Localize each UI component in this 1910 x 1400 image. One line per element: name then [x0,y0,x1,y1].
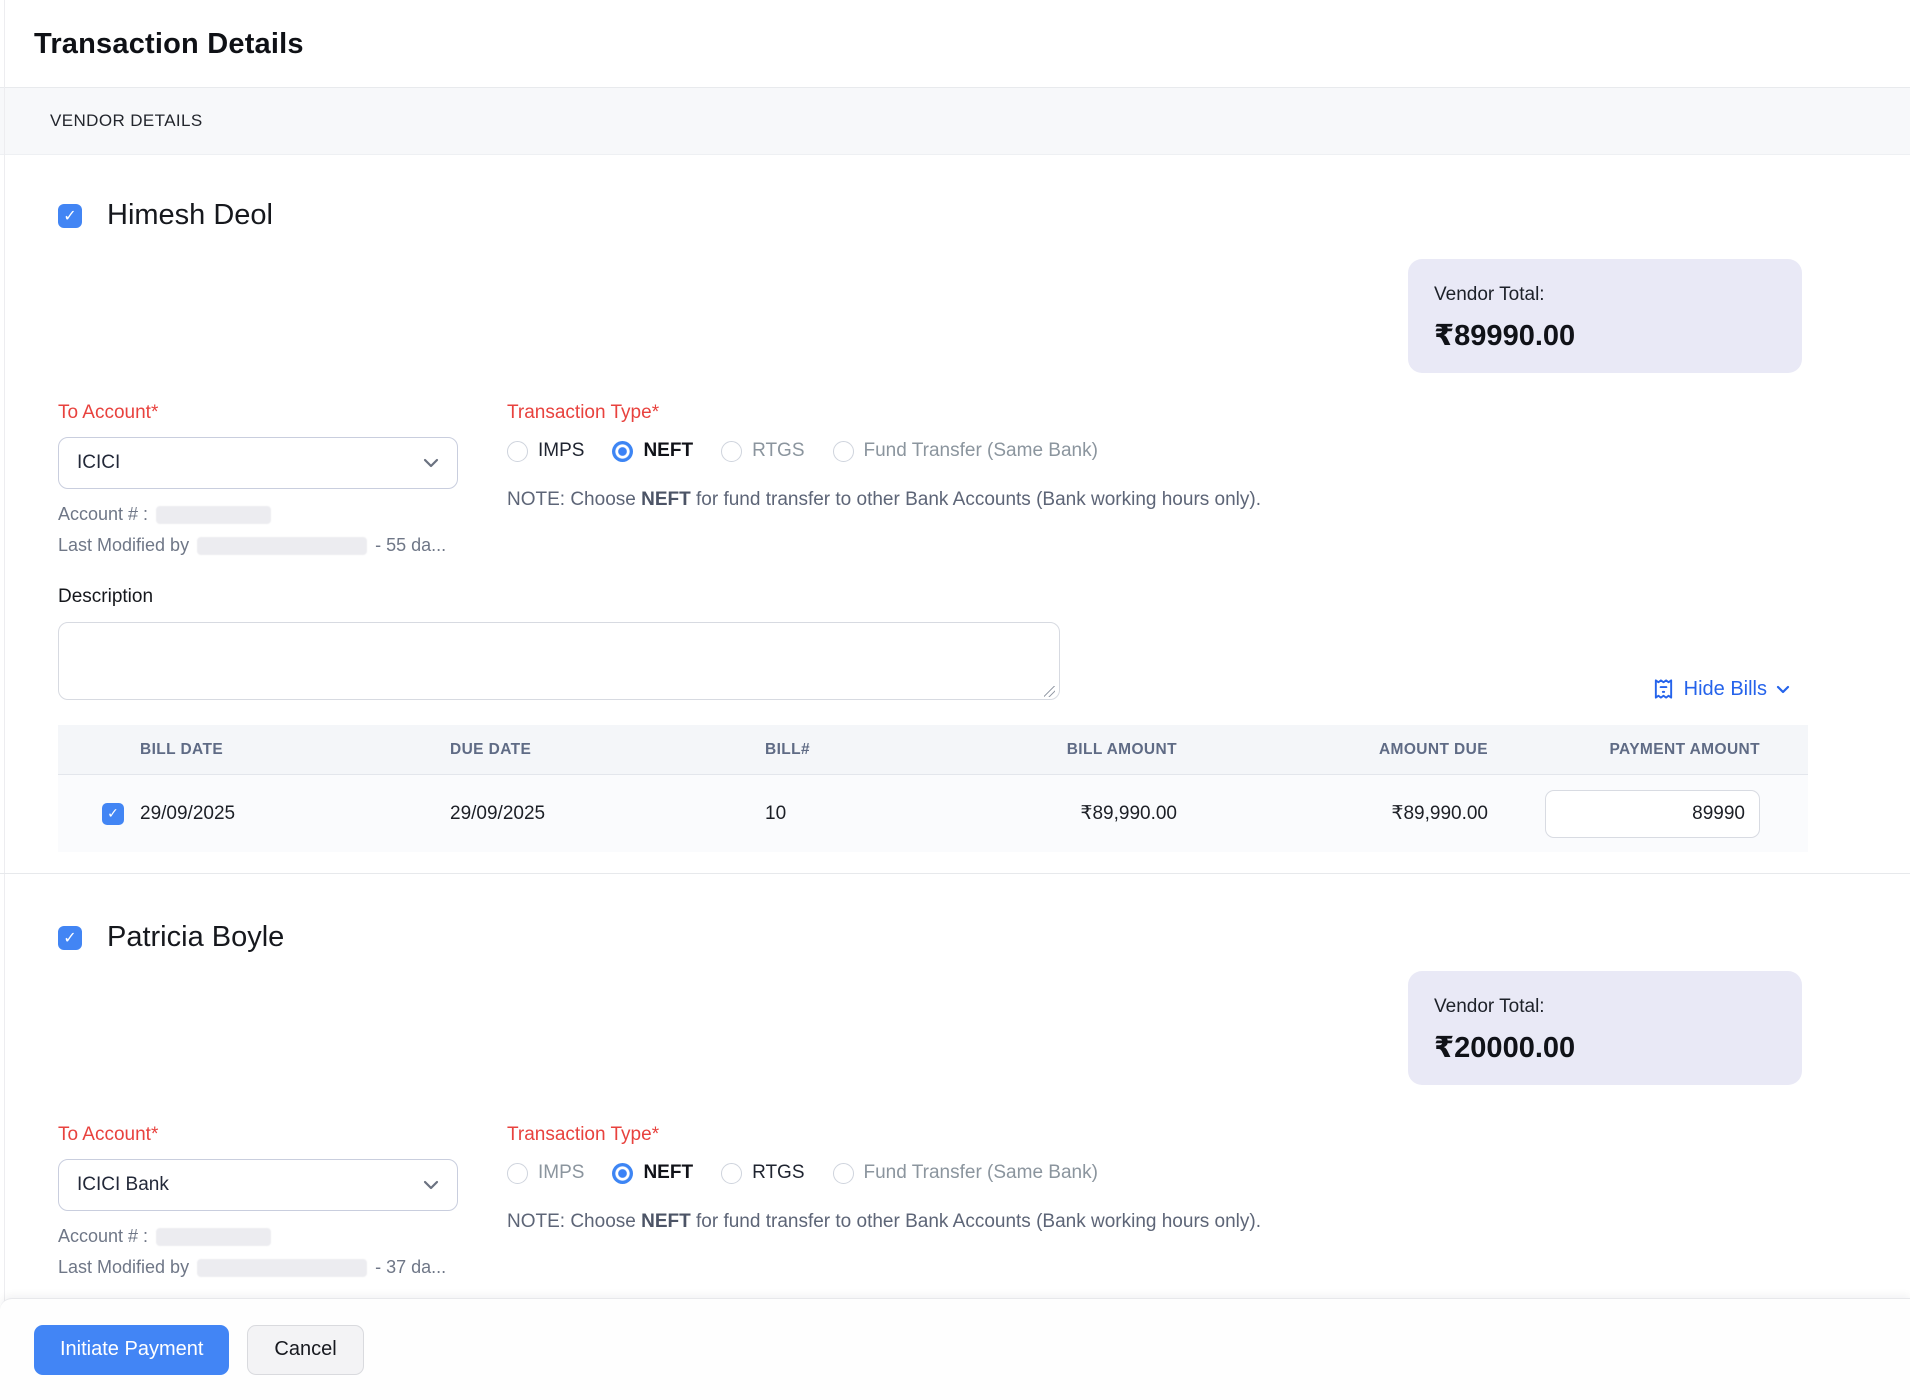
radio-circle-icon [507,1163,528,1184]
to-account-select[interactable]: ICICI [58,437,458,489]
vendor-total-box: Vendor Total: ₹20000.00 [1408,971,1802,1085]
vendor-total-label: Vendor Total: [1434,996,1802,1018]
transaction-type-label: Transaction Type* [507,1124,1261,1146]
radio-imps[interactable]: IMPS [507,440,584,462]
vendor-details-section-bar: VENDOR DETAILS [0,88,1910,155]
radio-fund-transfer[interactable]: Fund Transfer (Same Bank) [833,1162,1098,1184]
description-label: Description [58,586,1910,608]
last-modified-ago: - 55 da... [375,535,446,556]
radio-neft[interactable]: NEFT [612,440,693,462]
vendor-total-box: Vendor Total: ₹89990.00 [1408,259,1802,373]
resize-handle-icon[interactable] [1044,686,1055,697]
cancel-button[interactable]: Cancel [247,1325,363,1375]
col-amount-due: AMOUNT DUE [1177,741,1488,759]
section-bar-label: VENDOR DETAILS [50,111,203,131]
vendor-block-himesh-deol: ✓ Himesh Deol Vendor Total: ₹89990.00 To… [0,155,1910,874]
chevron-down-icon [423,1180,439,1190]
bill-icon [1652,677,1675,701]
check-icon: ✓ [63,206,76,226]
radio-rtgs[interactable]: RTGS [721,440,804,462]
page-title: Transaction Details [34,28,1910,61]
transaction-type-label: Transaction Type* [507,402,1261,424]
redacted-user-name [197,537,367,555]
bill-row-checkbox[interactable]: ✓ [102,803,124,825]
vendor-checkbox[interactable]: ✓ [58,926,82,950]
to-account-label: To Account* [58,1124,458,1146]
account-number-label: Account # : [58,504,148,525]
col-bill-amount: BILL AMOUNT [985,741,1177,759]
chevron-down-icon [1776,685,1790,694]
last-modified-label: Last Modified by [58,1257,189,1278]
bill-date-cell: 29/09/2025 [140,803,450,825]
vendor-block-patricia-boyle: ✓ Patricia Boyle Vendor Total: ₹20000.00… [0,874,1910,1297]
radio-selected-icon [612,441,633,462]
radio-circle-icon [833,1163,854,1184]
initiate-payment-button[interactable]: Initiate Payment [34,1325,229,1375]
radio-selected-icon [612,1163,633,1184]
vendor-name: Patricia Boyle [107,921,284,954]
vendor-total-label: Vendor Total: [1434,284,1802,306]
bill-no-cell: 10 [765,803,985,825]
vendor-total-amount: ₹89990.00 [1434,318,1802,353]
col-payment-amount: PAYMENT AMOUNT [1488,741,1808,759]
check-icon: ✓ [107,805,119,822]
to-account-value: ICICI [77,452,120,474]
last-modified-ago: - 37 da... [375,1257,446,1278]
redacted-user-name [197,1259,367,1277]
col-bill-no: BILL# [765,741,985,759]
bill-amount-cell: ₹89,990.00 [985,802,1177,825]
description-textarea[interactable] [58,622,1060,700]
hide-bills-toggle[interactable]: Hide Bills [1652,677,1790,705]
amount-due-cell: ₹89,990.00 [1177,802,1488,825]
check-icon: ✓ [63,928,76,948]
to-account-value: ICICI Bank [77,1174,169,1196]
bills-table-header: BILL DATE DUE DATE BILL# BILL AMOUNT AMO… [58,725,1808,775]
chevron-down-icon [423,458,439,468]
neft-note: NOTE: Choose NEFT for fund transfer to o… [507,489,1261,511]
to-account-select[interactable]: ICICI Bank [58,1159,458,1211]
vendor-name: Himesh Deol [107,199,273,232]
radio-fund-transfer[interactable]: Fund Transfer (Same Bank) [833,440,1098,462]
radio-neft[interactable]: NEFT [612,1162,693,1184]
hide-bills-label: Hide Bills [1684,678,1767,701]
vendor-total-amount: ₹20000.00 [1434,1030,1802,1065]
page-header: Transaction Details [0,0,1910,88]
col-due-date: DUE DATE [450,741,765,759]
radio-rtgs[interactable]: RTGS [721,1162,804,1184]
table-row: ✓ 29/09/2025 29/09/2025 10 ₹89,990.00 ₹8… [58,775,1808,852]
radio-imps[interactable]: IMPS [507,1162,584,1184]
vendor-checkbox[interactable]: ✓ [58,204,82,228]
radio-circle-icon [507,441,528,462]
due-date-cell: 29/09/2025 [450,803,765,825]
col-bill-date: BILL DATE [140,741,450,759]
transaction-type-radio-group: IMPS NEFT RTGS Fund Transfer (Same Bank) [507,440,1261,462]
transaction-type-radio-group: IMPS NEFT RTGS Fund Transfer (Same Bank) [507,1162,1261,1184]
last-modified-label: Last Modified by [58,535,189,556]
bills-table: BILL DATE DUE DATE BILL# BILL AMOUNT AMO… [58,725,1808,852]
redacted-account-number [156,1228,271,1246]
account-number-label: Account # : [58,1226,148,1247]
neft-note: NOTE: Choose NEFT for fund transfer to o… [507,1211,1261,1233]
radio-circle-icon [833,441,854,462]
footer-action-bar: Initiate Payment Cancel [0,1298,1910,1400]
radio-circle-icon [721,1163,742,1184]
radio-circle-icon [721,441,742,462]
redacted-account-number [156,506,271,524]
to-account-label: To Account* [58,402,458,424]
payment-amount-input[interactable] [1545,790,1760,838]
